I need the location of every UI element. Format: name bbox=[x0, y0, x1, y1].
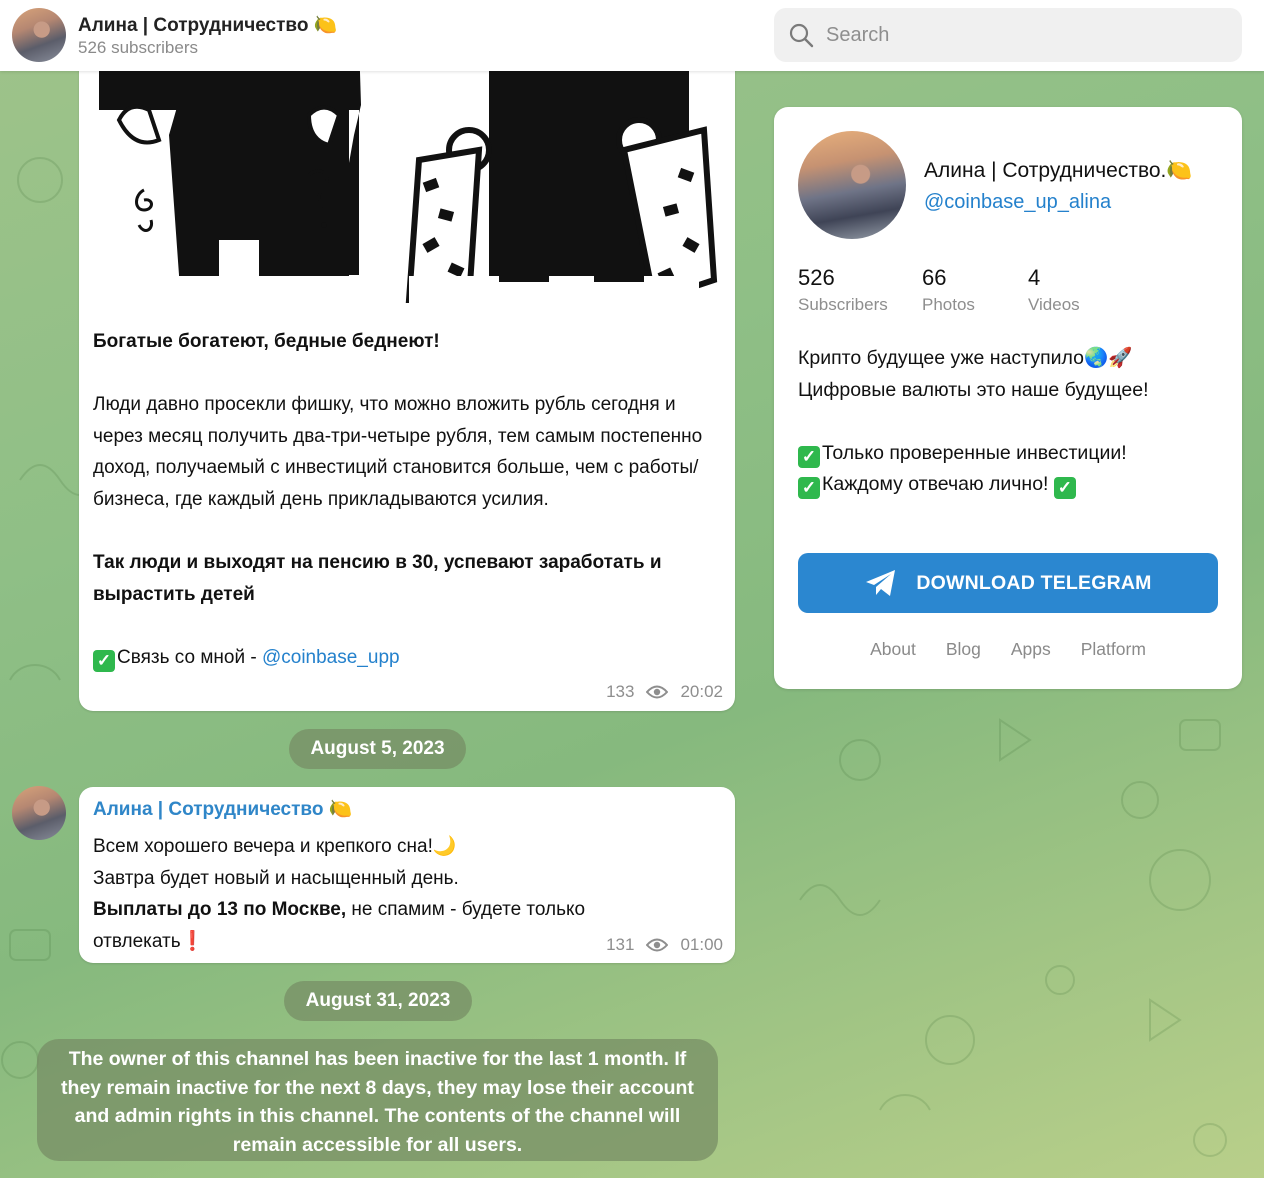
view-count: 131 bbox=[606, 935, 635, 954]
stat-label: Photos bbox=[922, 295, 975, 314]
post-text: Всем хорошего вечера и крепкого сна!🌙 За… bbox=[93, 831, 693, 957]
desc-check-1: Только проверенные инвестиции! bbox=[822, 441, 1127, 464]
stat-subscribers: 526 Subscribers bbox=[798, 265, 888, 315]
footer-link-apps[interactable]: Apps bbox=[1011, 639, 1051, 660]
channel-header: Алина | Сотрудничество 🍋 526 subscribers bbox=[0, 0, 1264, 71]
stat-label: Subscribers bbox=[798, 295, 888, 314]
view-count: 133 bbox=[606, 682, 635, 701]
inactive-owner-notice: The owner of this channel has been inact… bbox=[37, 1039, 718, 1161]
post-meta: 131 01:00 bbox=[606, 935, 723, 955]
post-bold-line: Так люди и выходят на пенсию в 30, успев… bbox=[93, 552, 662, 605]
checkmark-icon: ✓ bbox=[798, 445, 820, 468]
footer-link-about[interactable]: About bbox=[870, 639, 916, 660]
post-meta: 133 20:02 bbox=[606, 682, 723, 702]
channel-description: Крипто будущее уже наступило🌏🚀 Цифровые … bbox=[798, 343, 1218, 501]
desc-check-2: Каждому отвечаю лично! bbox=[822, 473, 1054, 496]
post-paragraph: Люди давно просекли фишку, что можно вло… bbox=[93, 394, 703, 510]
stat-number: 4 bbox=[1028, 265, 1041, 290]
footer-links: About Blog Apps Platform bbox=[774, 639, 1242, 660]
checkmark-icon: ✓ bbox=[1053, 477, 1076, 500]
channel-avatar-large[interactable] bbox=[798, 131, 906, 239]
stat-videos: 4 Videos bbox=[1028, 265, 1080, 315]
message-post-2: Алина | Сотрудничество 🍋 Всем хорошего в… bbox=[79, 787, 735, 963]
post-heading: Богатые богатеют, бедные беднеют! bbox=[93, 331, 440, 352]
date-separator: August 31, 2023 bbox=[284, 981, 472, 1021]
post-time: 01:00 bbox=[680, 935, 723, 954]
post-author[interactable]: Алина | Сотрудничество 🍋 bbox=[93, 797, 352, 821]
channel-handle[interactable]: @coinbase_up_alina bbox=[924, 191, 1111, 214]
footer-link-platform[interactable]: Platform bbox=[1081, 639, 1146, 660]
telegram-plane-icon bbox=[866, 570, 896, 596]
eye-icon bbox=[646, 938, 669, 952]
stat-number: 526 bbox=[798, 265, 835, 290]
search-icon bbox=[789, 23, 814, 48]
post-text: Богатые богатеют, бедные беднеют! Люди д… bbox=[93, 326, 723, 674]
post-time: 20:02 bbox=[680, 682, 723, 701]
channel-info-card: Алина | Сотрудничество.🍋 @coinbase_up_al… bbox=[774, 107, 1242, 689]
illustration-rich-poor bbox=[99, 40, 718, 316]
download-button-label: DOWNLOAD TELEGRAM bbox=[916, 571, 1152, 594]
download-telegram-button[interactable]: DOWNLOAD TELEGRAM bbox=[798, 553, 1218, 613]
subscriber-count: 526 subscribers bbox=[78, 38, 199, 57]
channel-avatar[interactable] bbox=[12, 8, 66, 62]
stat-number: 66 bbox=[922, 265, 947, 290]
post-line-1: Всем хорошего вечера и крепкого сна!🌙 bbox=[93, 836, 457, 857]
channel-title[interactable]: Алина | Сотрудничество 🍋 bbox=[78, 13, 337, 37]
footer-link-blog[interactable]: Blog bbox=[946, 639, 981, 660]
author-avatar[interactable] bbox=[12, 786, 66, 840]
message-post-1: Богатые богатеют, бедные беднеют! Люди д… bbox=[79, 40, 735, 711]
stat-photos: 66 Photos bbox=[922, 265, 975, 315]
search-input[interactable] bbox=[826, 18, 1226, 52]
contact-link[interactable]: @coinbase_upp bbox=[262, 647, 400, 668]
checkmark-icon: ✓ bbox=[93, 649, 115, 672]
stat-label: Videos bbox=[1028, 295, 1080, 314]
post-line-3-bold: Выплаты до 13 по Москве, bbox=[93, 899, 347, 921]
post-image[interactable] bbox=[79, 40, 735, 316]
checkmark-icon: ✓ bbox=[798, 477, 820, 500]
post-line-2: Завтра будет новый и насыщенный день. bbox=[93, 867, 459, 889]
channel-name: Алина | Сотрудничество.🍋 bbox=[924, 159, 1193, 182]
date-separator: August 5, 2023 bbox=[289, 729, 466, 769]
desc-line-2: Цифровые валюты это наше будущее! bbox=[798, 378, 1149, 401]
contact-prefix: Связь со мной - bbox=[117, 646, 262, 668]
search-box[interactable] bbox=[774, 8, 1242, 62]
desc-line-1: Крипто будущее уже наступило🌏🚀 bbox=[798, 347, 1133, 369]
eye-icon bbox=[646, 685, 669, 699]
